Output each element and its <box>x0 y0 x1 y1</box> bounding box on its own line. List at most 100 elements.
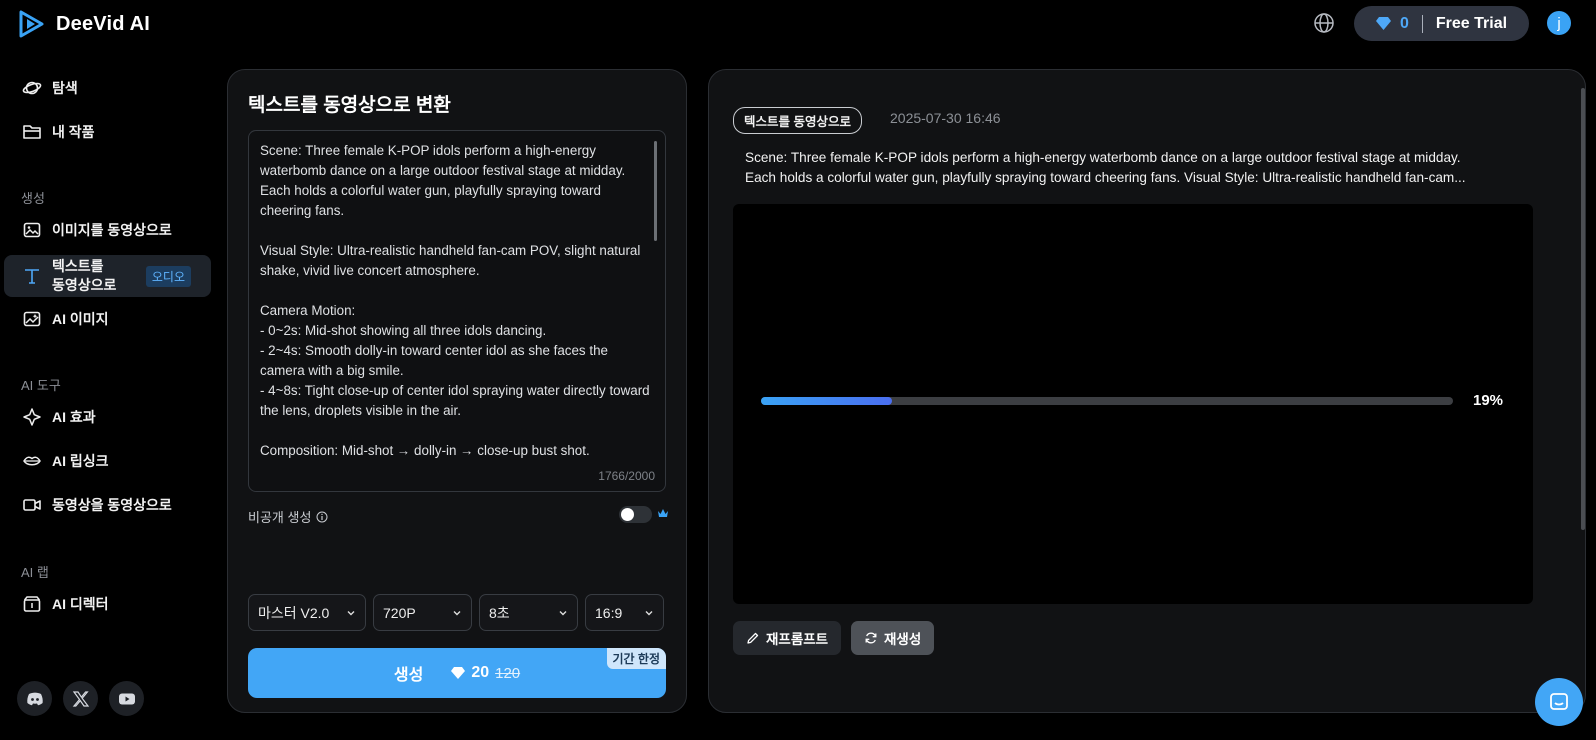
result-scrollbar[interactable] <box>1581 88 1585 530</box>
chat-support-button[interactable] <box>1535 678 1583 726</box>
private-label-text: 비공개 생성 <box>248 510 312 525</box>
sidebar-item-label: AI 효과 <box>52 409 96 425</box>
generate-label: 생성 <box>393 667 424 684</box>
video-camera-icon <box>23 499 41 511</box>
crown-icon <box>658 509 668 517</box>
result-prompt-line-1: Scene: Three female K-POP idols perform … <box>745 150 1461 165</box>
chevron-down-icon <box>559 610 567 615</box>
sparkle-icon <box>23 408 41 426</box>
sidebar-item-label: 이미지를 동영상으로 <box>52 222 172 238</box>
resolution-select[interactable]: 720P <box>373 594 472 631</box>
text-t-icon <box>25 269 39 284</box>
ratio-select[interactable]: 16:9 <box>585 594 664 631</box>
model-value: 마스터 V2.0 <box>258 604 330 621</box>
generate-cost: 20 120 <box>451 664 520 682</box>
chevron-down-icon <box>453 610 461 615</box>
char-count: 1766/2000 <box>598 469 655 483</box>
sidebar-item-label: 동영상을 동영상으로 <box>52 497 172 513</box>
private-label: 비공개 생성 <box>248 507 328 526</box>
panel-title: 텍스트를 동영상으로 변환 <box>248 95 451 116</box>
sidebar-item-explore[interactable]: 탐색 <box>4 68 211 108</box>
private-generation-row: 비공개 생성 <box>248 505 668 526</box>
resolution-value: 720P <box>383 604 416 621</box>
type-tag: 텍스트를 동영상으로 <box>733 107 862 134</box>
sidebar-item-label: AI 립싱크 <box>52 453 109 469</box>
result-prompt-line-2: Each holds a colorful water gun, playful… <box>745 170 1466 185</box>
sidebar-item-label: AI 디렉터 <box>52 596 109 612</box>
lips-icon <box>23 456 41 466</box>
sidebar-item-my-works[interactable]: 내 작품 <box>4 112 211 152</box>
reprompt-button[interactable]: 재프롬프트 <box>733 621 842 655</box>
x-icon <box>72 690 89 707</box>
discord-icon <box>26 692 43 705</box>
image-icon <box>23 222 41 238</box>
generate-button[interactable]: 생성 20 120 기간 한정 <box>248 648 666 698</box>
toggle-knob <box>621 508 634 521</box>
divider <box>1421 14 1423 33</box>
chevron-down-icon <box>645 610 653 615</box>
sidebar-item-label: 텍스트를 동영상으로 <box>52 257 116 295</box>
discord-link[interactable] <box>17 681 52 716</box>
reprompt-label: 재프롬프트 <box>766 632 829 647</box>
diamond-icon <box>451 667 466 679</box>
info-icon[interactable] <box>316 511 328 523</box>
sidebar-item-text-to-video[interactable]: 텍스트를 동영상으로 오디오 <box>4 255 211 297</box>
cost-value: 20 <box>471 664 490 681</box>
prompt-scrollbar[interactable] <box>654 141 657 241</box>
credits-trial-button[interactable]: 0 Free Trial <box>1354 6 1529 41</box>
sidebar-item-video-to-video[interactable]: 동영상을 동영상으로 <box>4 485 211 525</box>
sidebar-item-ai-director[interactable]: AI 디렉터 <box>4 584 211 624</box>
regenerate-label: 재생성 <box>884 632 922 647</box>
private-toggle[interactable] <box>619 506 652 523</box>
credit-count: 0 <box>1400 14 1409 32</box>
sidebar-item-label: 내 작품 <box>52 124 95 140</box>
chevron-down-icon <box>347 610 355 615</box>
section-title-ai-tools: AI 도구 <box>21 378 61 393</box>
sidebar-item-ai-lipsync[interactable]: AI 립싱크 <box>4 441 211 481</box>
prompt-textarea[interactable]: Scene: Three female K-POP idols perform … <box>248 130 666 492</box>
youtube-icon <box>118 693 135 704</box>
avatar[interactable]: j <box>1547 11 1571 35</box>
progress-label: 19% <box>1473 392 1504 409</box>
ai-image-icon <box>23 311 41 327</box>
model-select[interactable]: 마스터 V2.0 <box>248 594 366 631</box>
sidebar-item-image-to-video[interactable]: 이미지를 동영상으로 <box>4 210 211 250</box>
section-title-ai-lab: AI 랩 <box>21 565 49 580</box>
ratio-value: 16:9 <box>595 604 623 621</box>
regenerate-button[interactable]: 재생성 <box>851 621 935 655</box>
sidebar-item-label: 탐색 <box>52 80 78 96</box>
pencil-icon <box>747 632 759 644</box>
folder-icon <box>23 125 41 139</box>
diamond-icon <box>1376 17 1391 30</box>
free-trial-label: Free Trial <box>1435 14 1508 32</box>
brand-name: DeeVid AI <box>56 12 151 35</box>
brand[interactable]: DeeVid AI <box>18 10 150 38</box>
text-to-video-panel: 텍스트를 동영상으로 변환 Scene: Three female K-POP … <box>227 69 687 713</box>
option-selects: 마스터 V2.0 720P 8초 16:9 <box>248 594 664 631</box>
result-panel: 텍스트를 동영상으로 2025-07-30 16:46 Scene: Three… <box>708 69 1586 713</box>
refresh-icon <box>865 632 877 644</box>
audio-badge: 오디오 <box>145 265 191 287</box>
sidebar-item-ai-image[interactable]: AI 이미지 <box>4 299 211 339</box>
progress-fill <box>761 397 893 405</box>
prompt-text[interactable]: Scene: Three female K-POP idols perform … <box>260 141 650 466</box>
old-cost-value: 120 <box>495 664 521 682</box>
deevid-logo-icon <box>19 10 44 38</box>
result-prompt: Scene: Three female K-POP idols perform … <box>745 148 1523 188</box>
chat-icon <box>1550 693 1568 710</box>
limited-time-badge: 기간 한정 <box>606 648 666 669</box>
progress-bar <box>761 397 1453 405</box>
created-date: 2025-07-30 16:46 <box>890 110 1001 126</box>
duration-select[interactable]: 8초 <box>479 594 578 631</box>
youtube-link[interactable] <box>109 681 144 716</box>
sidebar-item-ai-effects[interactable]: AI 효과 <box>4 397 211 437</box>
label-line-1: 텍스트를 <box>52 258 104 274</box>
video-preview: 19% <box>733 204 1533 604</box>
planet-icon <box>22 81 42 95</box>
label-line-2: 동영상으로 <box>52 277 117 293</box>
sidebar-item-label: AI 이미지 <box>52 311 109 327</box>
x-link[interactable] <box>63 681 98 716</box>
director-icon <box>23 596 41 612</box>
globe-icon[interactable] <box>1313 12 1335 34</box>
section-title-create: 생성 <box>21 191 45 206</box>
